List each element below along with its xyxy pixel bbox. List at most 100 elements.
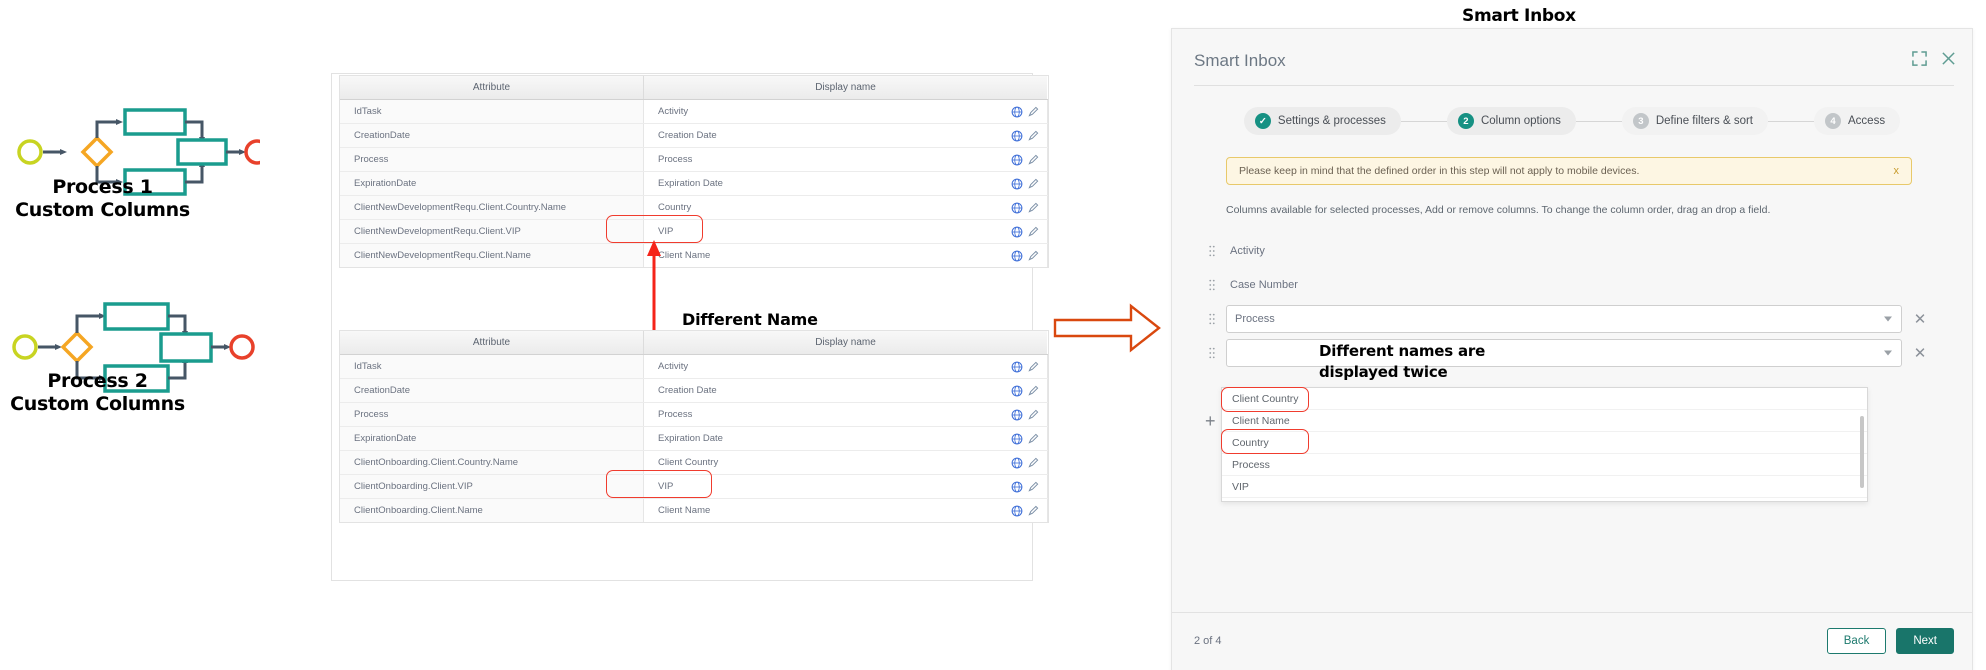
globe-icon[interactable] [1011,385,1023,397]
pencil-icon[interactable] [1027,178,1039,189]
task-box [159,332,213,363]
dropdown-option-client-country[interactable]: Client Country [1222,388,1867,410]
globe-icon[interactable] [1011,505,1023,517]
row-actions[interactable] [1011,178,1039,190]
row-actions[interactable] [1011,481,1039,493]
globe-icon[interactable] [1011,433,1023,445]
globe-icon[interactable] [1011,250,1023,262]
pencil-icon[interactable] [1027,250,1039,261]
add-column-button[interactable]: + [1205,411,1216,432]
column-options-list: Activity Case Number Process ✕ ✕ [1208,234,1928,370]
pencil-icon[interactable] [1027,457,1039,468]
column-row-empty: ✕ [1208,336,1928,370]
step-number: 4 [1825,113,1841,129]
table-row: IdTask Activity [340,99,1048,124]
step-access[interactable]: 4 Access [1814,107,1901,135]
smart-inbox-dialog: Smart Inbox ✓ Settings & processes 2 Col… [1171,28,1973,670]
pencil-icon[interactable] [1027,409,1039,420]
process-2-caption-line1: Process 2 [47,370,148,392]
row-actions[interactable] [1011,202,1039,214]
row-actions[interactable] [1011,409,1039,421]
globe-icon[interactable] [1011,409,1023,421]
drag-handle-icon[interactable] [1208,278,1216,292]
pencil-icon[interactable] [1027,385,1039,396]
dialog-footer-divider [1172,612,1972,613]
pencil-icon[interactable] [1027,226,1039,237]
cell-attribute: CreationDate [340,378,644,403]
notice-close-icon[interactable]: x [1894,165,1900,177]
row-actions[interactable] [1011,130,1039,142]
pencil-icon[interactable] [1027,433,1039,444]
cell-attribute: IdTask [340,99,644,124]
column-select-value: Process [1235,313,1275,325]
next-button[interactable]: Next [1896,628,1954,654]
row-actions[interactable] [1011,385,1039,397]
process-1-caption-line1: Process 1 [52,176,153,198]
cell-display-name: Activity [658,106,689,117]
expand-icon[interactable] [1912,51,1927,66]
dialog-window-controls[interactable] [1912,51,1956,66]
row-actions[interactable] [1011,361,1039,373]
close-icon[interactable] [1941,51,1956,66]
table-row: Process Process [340,402,1048,427]
row-actions[interactable] [1011,154,1039,166]
pencil-icon[interactable] [1027,154,1039,165]
globe-icon[interactable] [1011,178,1023,190]
table-header-row: Attribute Display name [340,331,1047,355]
globe-icon[interactable] [1011,202,1023,214]
globe-icon[interactable] [1011,226,1023,238]
dropdown-option-process[interactable]: Process [1222,454,1867,476]
globe-icon[interactable] [1011,361,1023,373]
end-event-icon [229,334,255,360]
row-actions[interactable] [1011,226,1039,238]
drag-handle-icon[interactable] [1208,312,1216,326]
globe-icon[interactable] [1011,106,1023,118]
drag-handle-icon[interactable] [1208,244,1216,258]
row-actions[interactable] [1011,106,1039,118]
table-row: ClientOnboarding.Client.VIP VIP [340,474,1048,499]
pencil-icon[interactable] [1027,202,1039,213]
cell-display-name: VIP [658,481,674,492]
globe-icon[interactable] [1011,130,1023,142]
column-options-dropdown[interactable]: Client Country Client Name Country Proce… [1221,387,1868,502]
globe-icon[interactable] [1011,481,1023,493]
step-define-filters-sort[interactable]: 3 Define filters & sort [1621,107,1768,135]
pencil-icon[interactable] [1027,361,1039,372]
drag-handle-icon[interactable] [1208,346,1216,360]
dialog-header-divider [1194,85,1954,86]
dropdown-option-client-name[interactable]: Client Name [1222,410,1867,432]
table-row: ClientNewDevelopmentRequ.Client.Name Cli… [340,243,1048,267]
step-column-options[interactable]: 2 Column options [1446,107,1576,135]
attributes-table-process-1: Attribute Display name IdTask Activity C… [340,76,1048,267]
start-event-icon [12,334,38,360]
dropdown-option-vip[interactable]: VIP [1222,476,1867,498]
cell-attribute: ExpirationDate [340,171,644,196]
back-button[interactable]: Back [1826,628,1887,654]
row-actions[interactable] [1011,505,1039,517]
process-1-caption: Process 1 Custom Columns [10,176,195,222]
chevron-down-icon[interactable] [1884,350,1892,356]
cell-display-name: Expiration Date [658,433,723,444]
dropdown-option-country[interactable]: Country [1222,432,1867,454]
row-actions[interactable] [1011,250,1039,262]
pencil-icon[interactable] [1027,130,1039,141]
pencil-icon[interactable] [1027,106,1039,117]
row-actions[interactable] [1011,433,1039,445]
column-row-case-number: Case Number [1208,268,1928,302]
dropdown-scrollbar[interactable] [1860,416,1864,488]
pencil-icon[interactable] [1027,481,1039,492]
cell-attribute: ClientOnboarding.Client.Name [340,498,644,522]
cell-display-name: Creation Date [658,130,717,141]
pencil-icon[interactable] [1027,505,1039,516]
column-select-process[interactable]: Process [1226,305,1902,333]
remove-column-button[interactable]: ✕ [1912,312,1928,327]
chevron-down-icon[interactable] [1884,316,1892,322]
remove-column-button[interactable]: ✕ [1912,346,1928,361]
column-header-display-name: Display name [643,76,1047,100]
step-settings-processes[interactable]: ✓ Settings & processes [1243,107,1401,135]
globe-icon[interactable] [1011,457,1023,469]
row-actions[interactable] [1011,457,1039,469]
globe-icon[interactable] [1011,154,1023,166]
cell-attribute: ClientNewDevelopmentRequ.Client.VIP [340,219,644,244]
column-row-activity: Activity [1208,234,1928,268]
